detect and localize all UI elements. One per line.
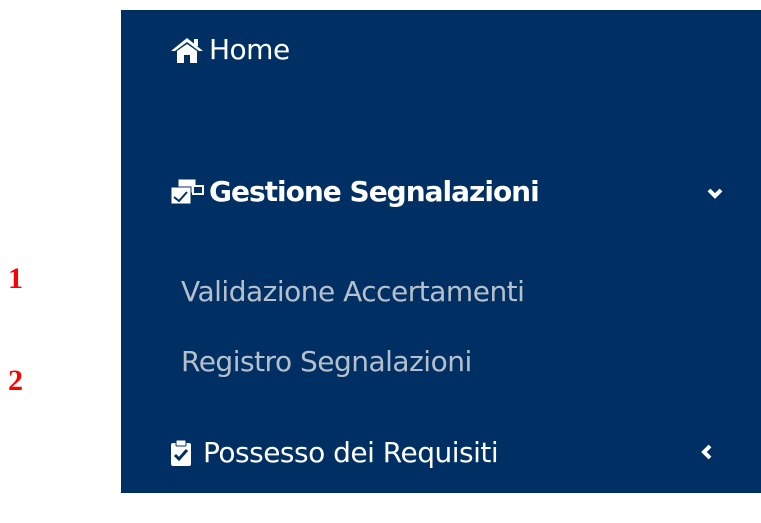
sidebar-item-home[interactable]: Home bbox=[121, 33, 761, 66]
sidebar-menu: Home Gestione Segnalazioni Validazione A… bbox=[121, 10, 761, 493]
submenu-item-validazione-accertamenti[interactable]: Validazione Accertamenti bbox=[121, 275, 761, 308]
clipboard-check-icon bbox=[169, 438, 193, 468]
submenu-item-label: Validazione Accertamenti bbox=[181, 275, 525, 308]
callout-2: 2 bbox=[8, 364, 23, 397]
documents-icon bbox=[169, 177, 205, 207]
sidebar-item-gestione-segnalazioni[interactable]: Gestione Segnalazioni bbox=[121, 175, 761, 208]
chevron-left-icon[interactable] bbox=[701, 440, 713, 466]
sidebar-item-label: Possesso dei Requisiti bbox=[203, 436, 499, 469]
home-icon bbox=[169, 35, 205, 65]
sidebar-item-label: Gestione Segnalazioni bbox=[209, 175, 540, 208]
sidebar-item-label: Home bbox=[209, 33, 290, 66]
callout-1: 1 bbox=[8, 262, 23, 295]
sidebar-item-possesso-dei-requisiti[interactable]: Possesso dei Requisiti bbox=[121, 436, 761, 469]
chevron-down-icon[interactable] bbox=[707, 179, 723, 205]
submenu-item-label: Registro Segnalazioni bbox=[181, 345, 472, 378]
submenu-item-registro-segnalazioni[interactable]: Registro Segnalazioni bbox=[121, 345, 761, 378]
